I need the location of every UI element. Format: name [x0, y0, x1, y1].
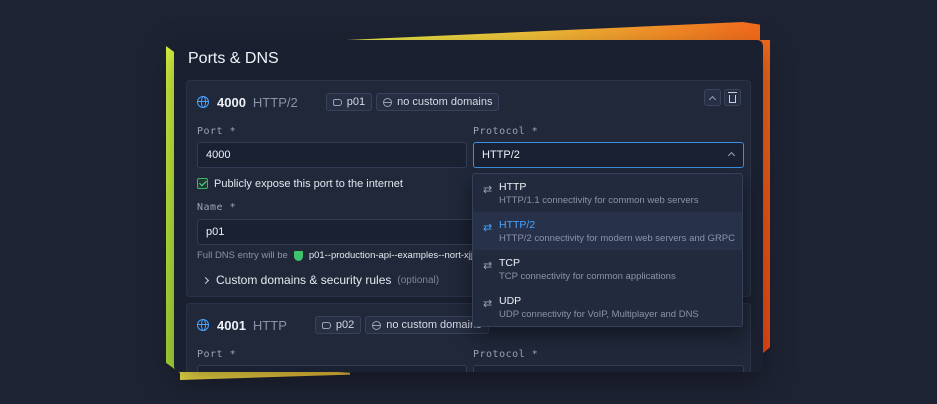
port-protocol: HTTP	[252, 317, 287, 333]
chevron-right-icon	[201, 276, 210, 284]
domains-chip: no custom domains	[365, 316, 489, 334]
protocol-select[interactable]	[473, 365, 744, 372]
port-number: 4000	[217, 94, 246, 110]
option-label: TCP	[499, 257, 520, 269]
name-chip-label: p01	[346, 96, 366, 108]
ports-dns-panel: Ports & DNS 4000 HTTP/2 p01 no custom do…	[174, 40, 763, 372]
domains-chip: no custom domains	[376, 93, 500, 111]
protocol-select[interactable]: HTTP/2	[473, 142, 744, 168]
dropdown-option-http[interactable]: ⇄ HTTP HTTP/1.1 connectivity for common …	[473, 174, 742, 212]
port-input-value: 4000	[206, 149, 231, 161]
custom-domains-label: Custom domains & security rules	[216, 273, 392, 287]
port-card-header[interactable]: 4000 HTTP/2 p01 no custom domains	[197, 91, 740, 113]
protocol-select-value: HTTP/2	[482, 149, 520, 161]
option-description: UDP connectivity for VoIP, Multiplayer a…	[499, 309, 699, 320]
option-label: UDP	[499, 295, 522, 307]
option-description: HTTP/1.1 connectivity for common web ser…	[499, 195, 699, 206]
port-label: Port *	[197, 126, 237, 137]
dns-prefix: Full DNS entry will be	[197, 250, 288, 261]
name-input-value: p01	[206, 226, 225, 238]
option-label: HTTP/2	[499, 219, 536, 231]
panel-title: Ports & DNS	[188, 50, 279, 67]
domains-chip-label: no custom domains	[397, 96, 493, 108]
chevron-up-icon	[727, 151, 736, 160]
globe-icon	[383, 97, 393, 107]
domains-chip-label: no custom domains	[386, 319, 482, 331]
protocol-label: Protocol *	[473, 349, 539, 360]
tag-icon	[332, 98, 342, 106]
dns-value: p01--production-api--examples--nort-xjjq…	[308, 250, 486, 261]
dropdown-option-http2[interactable]: ⇄ HTTP/2 HTTP/2 connectivity for modern …	[473, 212, 742, 250]
protocol-dropdown-menu: ⇄ HTTP HTTP/1.1 connectivity for common …	[472, 173, 743, 327]
expose-checkbox-label: Publicly expose this port to the interne…	[214, 178, 403, 190]
name-input[interactable]: p01	[197, 219, 487, 245]
swap-arrows-icon: ⇄	[483, 222, 493, 234]
name-chip: p01	[325, 93, 373, 111]
swap-arrows-icon: ⇄	[483, 260, 493, 272]
name-chip: p02	[314, 316, 362, 334]
collapse-button[interactable]	[704, 89, 721, 106]
port-protocol: HTTP/2	[252, 94, 298, 110]
option-label: HTTP	[499, 181, 527, 193]
shield-check-icon	[293, 250, 303, 261]
tag-icon	[321, 321, 331, 329]
port-input[interactable]: 4000	[197, 142, 467, 168]
optional-label: (optional)	[397, 274, 440, 286]
port-input[interactable]	[197, 365, 467, 372]
name-label: Name *	[197, 202, 237, 213]
dns-entry: Full DNS entry will be p01--production-a…	[197, 250, 486, 261]
chevron-up-icon	[708, 95, 717, 103]
protocol-label: Protocol *	[473, 126, 539, 137]
port-number: 4001	[217, 317, 246, 333]
name-chip-label: p02	[335, 319, 355, 331]
trash-icon	[728, 91, 737, 103]
option-description: HTTP/2 connectivity for modern web serve…	[499, 233, 736, 244]
globe-icon	[197, 319, 209, 331]
globe-icon	[197, 96, 209, 108]
delete-port-button[interactable]	[724, 89, 741, 106]
dropdown-option-udp[interactable]: ⇄ UDP UDP connectivity for VoIP, Multipl…	[473, 288, 742, 326]
globe-icon	[372, 320, 382, 330]
swap-arrows-icon: ⇄	[483, 298, 493, 310]
dropdown-option-tcp[interactable]: ⇄ TCP TCP connectivity for common applic…	[473, 250, 742, 288]
option-description: TCP connectivity for common applications	[499, 271, 676, 282]
port-label: Port *	[197, 349, 237, 360]
expose-checkbox[interactable]	[197, 178, 208, 189]
custom-domains-expander[interactable]: Custom domains & security rules (optiona…	[201, 273, 440, 287]
swap-arrows-icon: ⇄	[483, 184, 493, 196]
